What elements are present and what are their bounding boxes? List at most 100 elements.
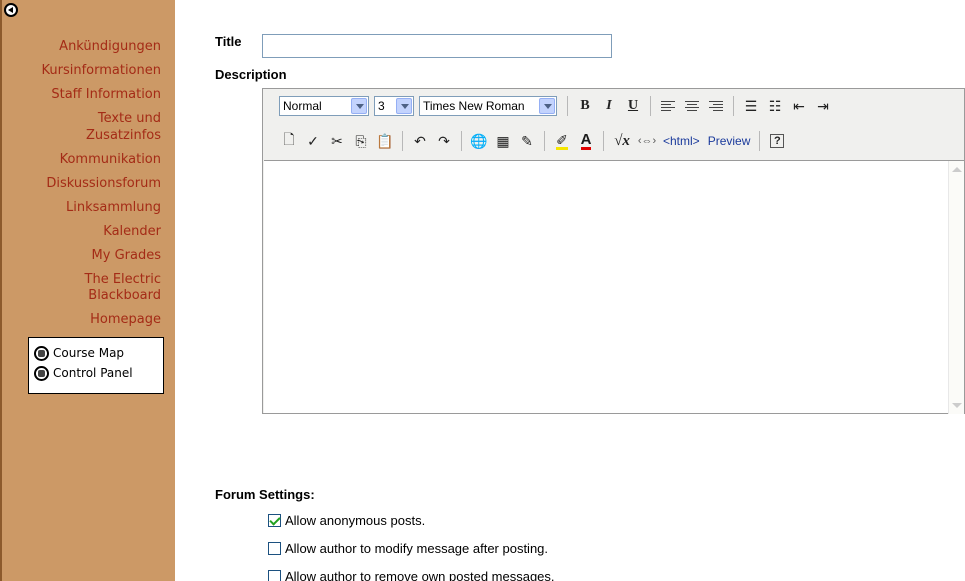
editor-scrollbar[interactable]	[948, 161, 964, 414]
nav-ankuendigungen[interactable]: Ankündigungen	[4, 39, 161, 56]
course-map-link[interactable]: Course Map	[34, 343, 163, 363]
chevron-down-icon	[351, 98, 367, 114]
indent-icon: ⇥	[817, 97, 829, 114]
nav-kursinformationen[interactable]: Kursinformationen	[4, 63, 161, 80]
bold-button[interactable]: B	[573, 95, 597, 117]
cut-icon: ✂	[331, 132, 343, 149]
scroll-up-icon[interactable]	[952, 167, 962, 172]
preview-button[interactable]: Preview	[704, 130, 755, 152]
align-center-icon	[685, 100, 699, 112]
forum-settings-label: Forum Settings:	[215, 487, 315, 502]
insert-table-button[interactable]: ▦	[491, 130, 515, 152]
option-remove-messages: Allow author to remove own posted messag…	[268, 569, 555, 581]
description-label: Description	[215, 67, 287, 82]
control-panel-label: Control Panel	[53, 366, 133, 380]
toolbar-separator	[759, 131, 761, 151]
print-preview-button[interactable]: 🗋	[277, 130, 301, 152]
toolbar-separator	[544, 131, 545, 151]
option-modify-message: Allow author to modify message after pos…	[268, 541, 548, 556]
rich-text-editor: Normal 3 Times New Roman B I U ☰ ☷ ⇤ ⇥ 🗋…	[262, 88, 965, 414]
undo-button[interactable]: ↶	[408, 130, 432, 152]
control-panel-icon	[34, 365, 49, 381]
align-left-icon	[661, 100, 675, 112]
help-button[interactable]: ?	[765, 130, 789, 152]
insert-link-button[interactable]: 🌐	[467, 130, 491, 152]
outdent-icon: ⇤	[793, 97, 805, 114]
format-value: Normal	[283, 99, 322, 113]
align-right-button[interactable]	[704, 95, 728, 117]
align-right-icon	[709, 100, 723, 112]
link-icon: 🌐	[470, 132, 488, 149]
copy-icon: ⎘	[355, 132, 367, 149]
format-select[interactable]: Normal	[279, 96, 369, 116]
nav-diskussionsforum[interactable]: Diskussionsforum	[4, 176, 161, 193]
toolbar-grip-icon[interactable]	[267, 130, 277, 152]
font-size-value: 3	[378, 99, 385, 113]
nav-my-grades[interactable]: My Grades	[4, 248, 161, 265]
nav-staff-information[interactable]: Staff Information	[4, 87, 161, 104]
sidebar-border	[0, 0, 2, 581]
spellcheck-button[interactable]: ✓	[301, 130, 325, 152]
redo-icon: ↷	[438, 132, 450, 149]
equation-icon: √x	[614, 132, 630, 149]
toolbar-separator	[650, 96, 651, 116]
title-input[interactable]	[262, 34, 612, 58]
control-panel-link[interactable]: Control Panel	[34, 363, 163, 383]
nav-kalender[interactable]: Kalender	[4, 224, 161, 241]
editor-toolbar-row-1: Normal 3 Times New Roman B I U ☰ ☷ ⇤ ⇥	[279, 89, 835, 123]
redo-button[interactable]: ↷	[432, 130, 456, 152]
cut-button[interactable]: ✂	[325, 130, 349, 152]
undo-icon: ↶	[414, 132, 426, 149]
nav-homepage[interactable]: Homepage	[4, 312, 161, 329]
course-map-label: Course Map	[53, 346, 125, 360]
font-family-value: Times New Roman	[423, 99, 525, 113]
chevron-down-icon	[396, 98, 412, 114]
font-family-select[interactable]: Times New Roman	[419, 96, 557, 116]
nav-texte-und-zusatzinfos[interactable]: Texte und Zusatzinfos	[64, 111, 161, 144]
nav-the-electric-blackboard[interactable]: The Electric Blackboard	[59, 272, 161, 305]
course-menu: Ankündigungen Kursinformationen Staff In…	[4, 39, 161, 336]
html-label: <html>	[663, 134, 700, 148]
remove-messages-checkbox[interactable]	[268, 570, 281, 581]
toolbar-separator	[603, 131, 604, 151]
nav-kommunikation[interactable]: Kommunikation	[4, 152, 161, 169]
sidebar: Ankündigungen Kursinformationen Staff In…	[0, 0, 175, 581]
equation-button[interactable]: √x	[609, 130, 635, 152]
spellcheck-icon: ✓	[307, 132, 319, 149]
align-center-button[interactable]	[680, 95, 704, 117]
indent-button[interactable]: ⇥	[811, 95, 835, 117]
course-map-icon	[34, 345, 49, 361]
preview-label: Preview	[707, 134, 751, 148]
modify-message-checkbox[interactable]	[268, 542, 281, 555]
highlighter-icon: ✐	[556, 131, 568, 150]
font-color-button[interactable]: A	[574, 130, 598, 152]
option-anonymous-posts: Allow anonymous posts.	[268, 513, 425, 528]
chevron-down-icon	[539, 98, 555, 114]
underline-icon: U	[627, 98, 639, 113]
font-size-select[interactable]: 3	[374, 96, 414, 116]
modify-message-label: Allow author to modify message after pos…	[285, 541, 549, 556]
tools-box: Course Map Control Panel	[28, 337, 164, 394]
paste-button[interactable]: 📋	[373, 130, 397, 152]
collapse-menu-icon[interactable]	[4, 3, 18, 17]
italic-button[interactable]: I	[597, 95, 621, 117]
html-button[interactable]: <html>	[659, 130, 704, 152]
anonymous-posts-label: Allow anonymous posts.	[285, 513, 426, 528]
underline-button[interactable]: U	[621, 95, 645, 117]
pen-icon: ✎	[521, 132, 533, 149]
anonymous-posts-checkbox[interactable]	[268, 514, 281, 527]
toolbar-separator	[461, 131, 462, 151]
source-toggle-button[interactable]: ‹⇔›	[635, 130, 659, 152]
nav-linksammlung[interactable]: Linksammlung	[4, 200, 161, 217]
highlight-button[interactable]: ✐	[550, 130, 574, 152]
outdent-button[interactable]: ⇤	[787, 95, 811, 117]
editor-toolbar-row-2: 🗋 ✓ ✂ ⎘ 📋 ↶ ↷ 🌐 ▦ ✎ ✐ A √x ‹⇔› <html> Pr…	[267, 124, 789, 158]
numbered-list-button[interactable]: ☰	[739, 95, 763, 117]
source-code-icon: ‹⇔›	[637, 135, 657, 147]
copy-button[interactable]: ⎘	[349, 130, 373, 152]
scroll-down-icon[interactable]	[952, 403, 962, 408]
insert-line-button[interactable]: ✎	[515, 130, 539, 152]
align-left-button[interactable]	[656, 95, 680, 117]
editor-content-area[interactable]	[264, 160, 964, 414]
bullet-list-button[interactable]: ☷	[763, 95, 787, 117]
